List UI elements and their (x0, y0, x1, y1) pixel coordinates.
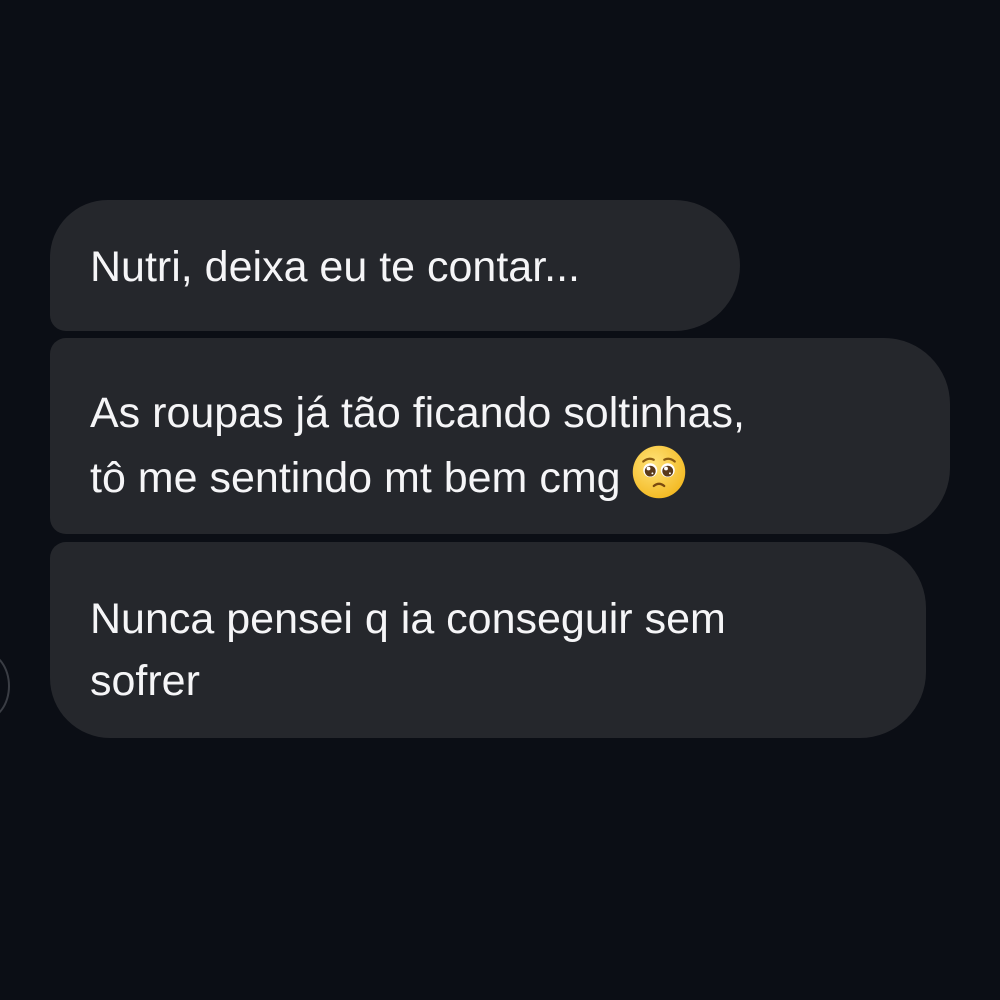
message-text: Nutri, deixa eu te contar... (90, 243, 580, 291)
message-text: tô me sentindo mt bem cmg (90, 454, 621, 502)
message-bubble[interactable]: Nunca pensei q ia conseguir sem sofrer (50, 542, 926, 738)
sender-avatar-icon[interactable] (0, 652, 10, 720)
message-text-with-emoji: tô me sentindo mt bem cmg (90, 444, 910, 509)
pleading-face-emoji-icon (632, 445, 685, 499)
message-text: Nunca pensei q ia conseguir sem (90, 595, 726, 643)
chat-screen: Nutri, deixa eu te contar... As roupas j… (0, 0, 1000, 1000)
message-bubble[interactable]: As roupas já tão ficando soltinhas, tô m… (50, 338, 950, 534)
message-bubble[interactable]: Nutri, deixa eu te contar... (50, 200, 740, 331)
message-text: sofrer (90, 657, 200, 705)
message-text: As roupas já tão ficando soltinhas, (90, 389, 745, 437)
